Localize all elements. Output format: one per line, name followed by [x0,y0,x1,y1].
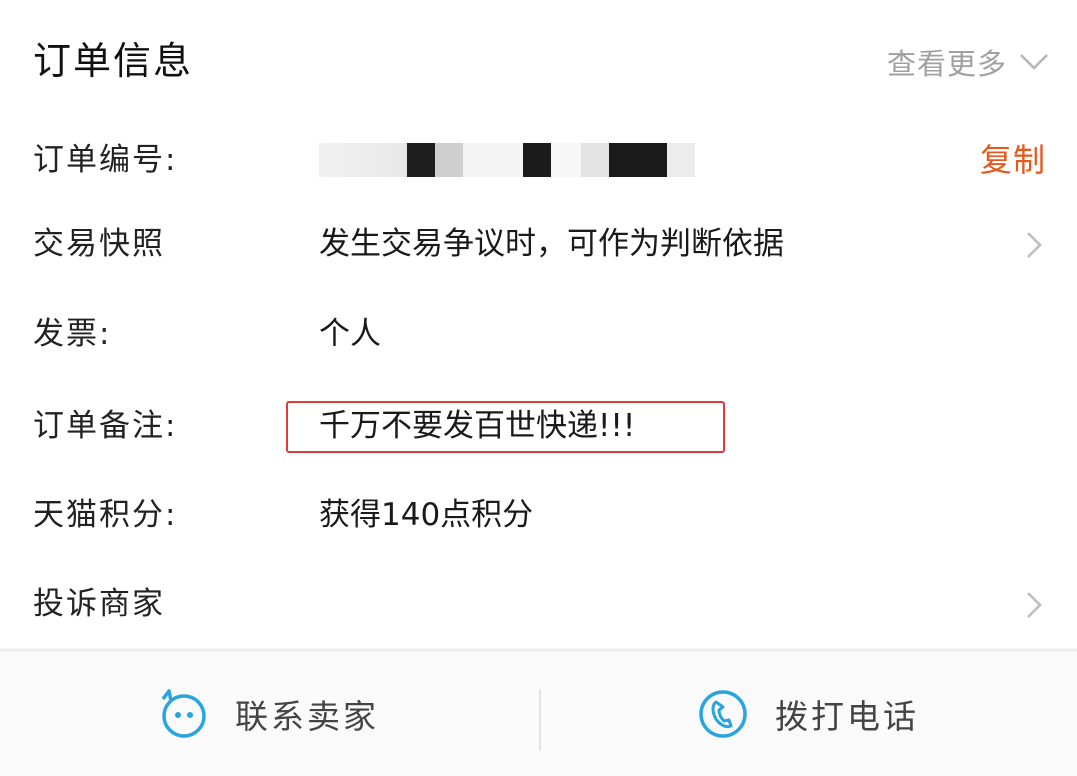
invoice-row: 发票: 个人 [0,304,1077,364]
invoice-value: 个人 [319,316,381,352]
contact-seller-label: 联系卖家 [235,696,379,736]
view-more-button[interactable]: 查看更多 [887,40,1049,84]
view-more-label: 查看更多 [886,47,1007,81]
tmall-points-label: 天猫积分: [33,497,178,533]
contact-seller-button[interactable]: 联系卖家 [157,651,379,776]
tmall-points-row: 天猫积分: 获得140点积分 [0,485,1077,545]
call-phone-label: 拨打电话 [775,696,919,736]
copy-button[interactable]: 复制 [980,130,1046,190]
order-number-obscured [319,143,699,177]
complain-merchant-label: 投诉商家 [33,586,165,622]
page-title: 订单信息 [33,39,194,83]
order-info-header: 订单信息 查看更多 [0,0,1077,120]
order-number-label: 订单编号: [33,142,178,178]
bottom-divider [539,689,541,751]
order-info-card: 订单信息 查看更多 订单编号: 复制 交易快照 发生交易争议时，可作为判断依据 [0,0,1077,648]
phone-icon [699,689,747,738]
chevron-right-icon [1027,592,1042,618]
call-phone-button[interactable]: 拨打电话 [697,651,919,776]
order-number-row: 订单编号: 复制 [0,130,1077,190]
remark-highlight-box [286,401,725,453]
tmall-points-value: 获得140点积分 [319,497,534,533]
chat-face-icon [161,688,206,738]
order-remark-label: 订单备注: [33,408,178,444]
bottom-action-bar: 联系卖家 拨打电话 [0,650,1077,776]
complain-merchant-row[interactable]: 投诉商家 [0,574,1077,634]
trade-snapshot-label: 交易快照 [33,226,165,262]
chevron-right-icon [1027,232,1042,258]
trade-snapshot-row[interactable]: 交易快照 发生交易争议时，可作为判断依据 [0,214,1077,274]
trade-snapshot-value: 发生交易争议时，可作为判断依据 [319,226,784,262]
chevron-down-icon [1020,54,1048,70]
invoice-label: 发票: [33,316,112,352]
